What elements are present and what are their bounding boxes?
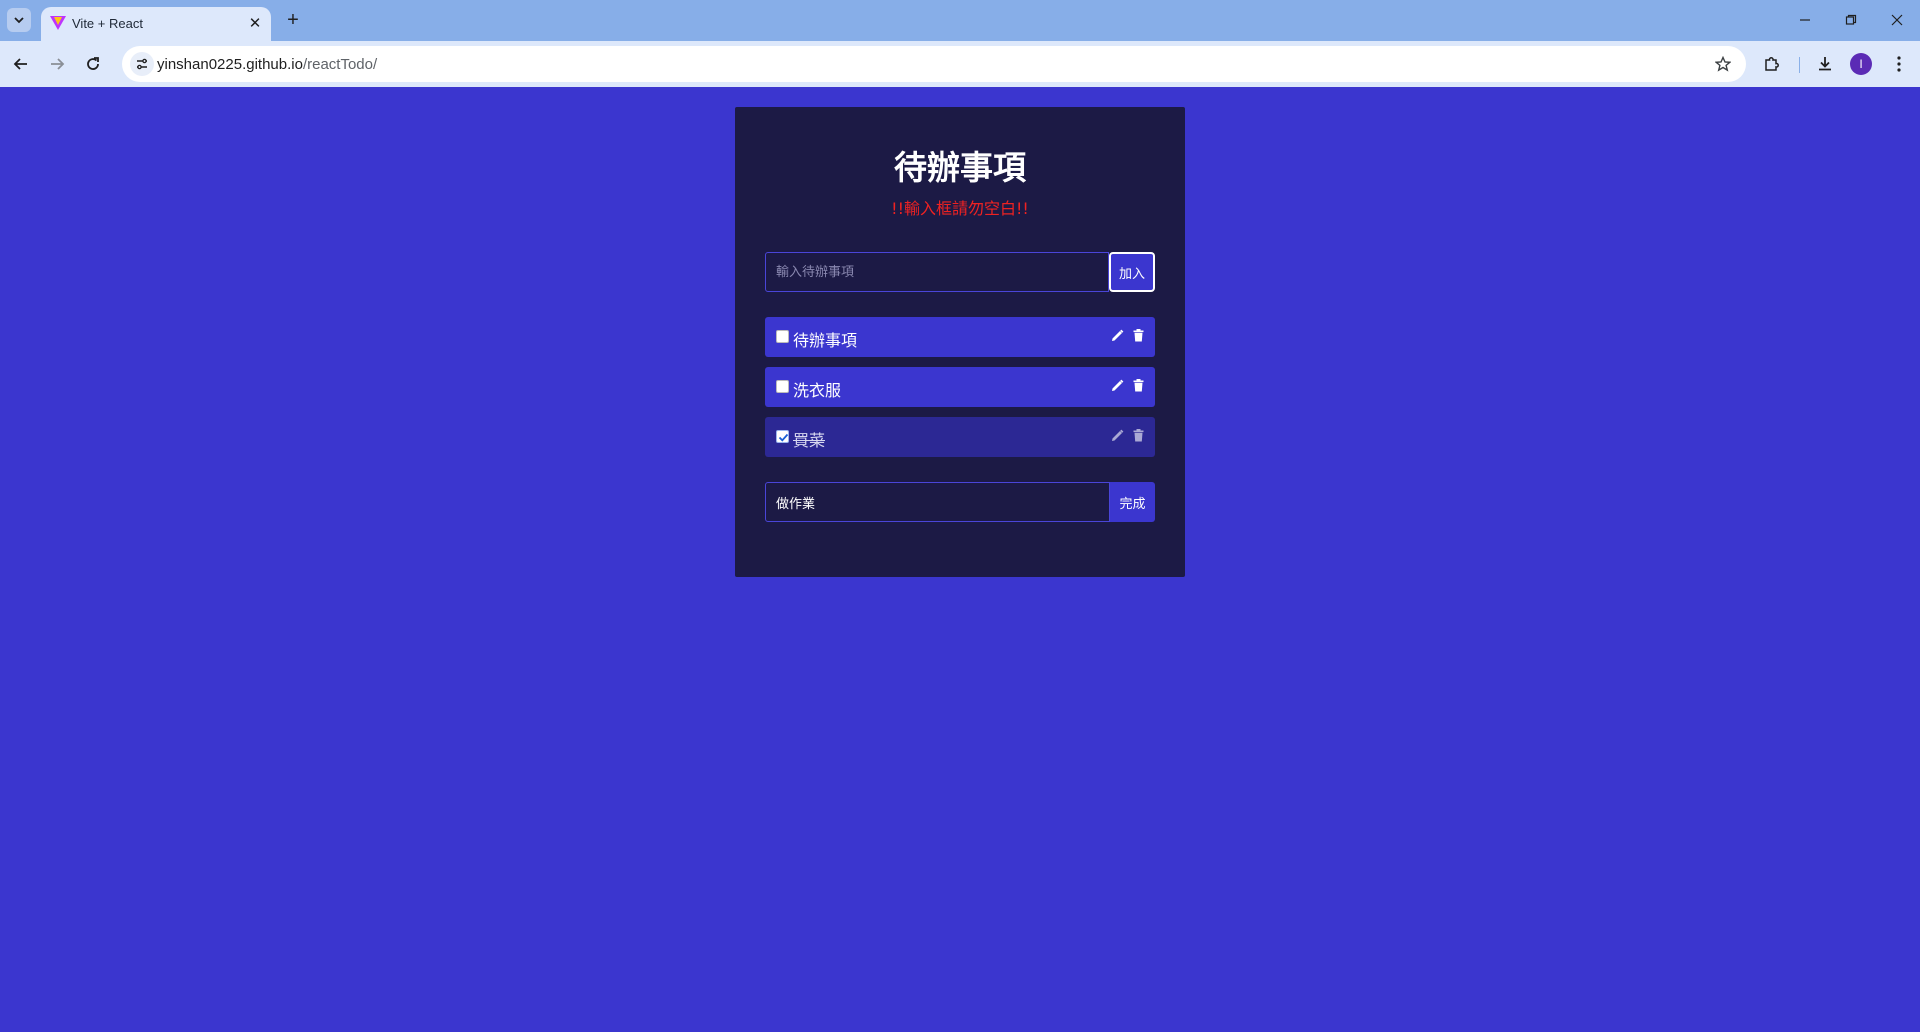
checkmark-icon — [778, 433, 789, 442]
url-host: yinshan0225.github.io — [157, 56, 303, 73]
browser-tabbar: Vite + React ✕ + — [0, 0, 1920, 41]
todo-text: 待辦事項 — [793, 331, 858, 350]
add-todo-form: 加入 — [765, 252, 1155, 292]
trash-icon[interactable] — [1130, 377, 1146, 393]
trash-icon[interactable] — [1130, 427, 1146, 443]
restore-icon[interactable] — [1828, 5, 1874, 35]
empty-input-warning: !!輸入框請勿空白!! — [891, 199, 1029, 218]
trash-icon[interactable] — [1130, 327, 1146, 343]
todo-checkbox-checked[interactable] — [776, 430, 789, 443]
edit-todo-form: 完成 — [765, 482, 1155, 522]
todo-input[interactable] — [765, 252, 1109, 292]
address-bar[interactable]: yinshan0225.github.io/reactTodo/ — [122, 46, 1746, 82]
todo-item: 待辦事項 — [765, 317, 1155, 357]
profile-avatar[interactable]: I — [1850, 53, 1872, 75]
close-window-icon[interactable] — [1874, 5, 1920, 35]
download-icon[interactable] — [1811, 50, 1839, 78]
tab-search-chevron-icon[interactable] — [7, 8, 31, 32]
pencil-icon[interactable] — [1109, 377, 1125, 393]
add-button[interactable]: 加入 — [1109, 252, 1155, 292]
url-path: /reactTodo/ — [302, 56, 378, 73]
todo-checkbox[interactable] — [776, 330, 789, 343]
todo-text: 買菜 — [793, 431, 826, 450]
extensions-puzzle-icon[interactable] — [1758, 50, 1786, 78]
pencil-icon[interactable] — [1109, 427, 1125, 443]
new-tab-plus-icon[interactable]: + — [281, 8, 305, 32]
todo-item: 洗衣服 — [765, 367, 1155, 407]
confirm-edit-button[interactable]: 完成 — [1110, 482, 1155, 522]
forward-arrow-icon[interactable] — [42, 49, 72, 79]
more-menu-icon[interactable] — [1885, 50, 1913, 78]
tab-title: Vite + React — [72, 16, 143, 31]
todo-list: 待辦事項 洗衣服 買菜 — [765, 317, 1155, 467]
site-settings-icon[interactable] — [130, 52, 154, 76]
todo-checkbox[interactable] — [776, 380, 789, 393]
page-title: 待辦事項 — [894, 148, 1026, 187]
todo-text: 洗衣服 — [793, 381, 842, 400]
browser-tab-active[interactable]: Vite + React ✕ — [41, 7, 271, 41]
toolbar-divider — [1799, 57, 1800, 73]
close-tab-icon[interactable]: ✕ — [245, 13, 265, 33]
reload-icon[interactable] — [78, 49, 108, 79]
url-text: yinshan0225.github.io/reactTodo/ — [157, 56, 377, 73]
browser-toolbar: yinshan0225.github.io/reactTodo/ I — [0, 41, 1920, 87]
bookmark-star-icon[interactable] — [1712, 53, 1734, 75]
edit-input[interactable] — [765, 482, 1110, 522]
todo-item-completed: 買菜 — [765, 417, 1155, 457]
pencil-icon[interactable] — [1109, 327, 1125, 343]
vite-logo-icon — [50, 16, 66, 30]
todo-card: 待辦事項 !!輸入框請勿空白!! 加入 待辦事項 洗衣服 — [735, 107, 1185, 577]
minimize-icon[interactable] — [1782, 5, 1828, 35]
back-arrow-icon[interactable] — [6, 49, 36, 79]
